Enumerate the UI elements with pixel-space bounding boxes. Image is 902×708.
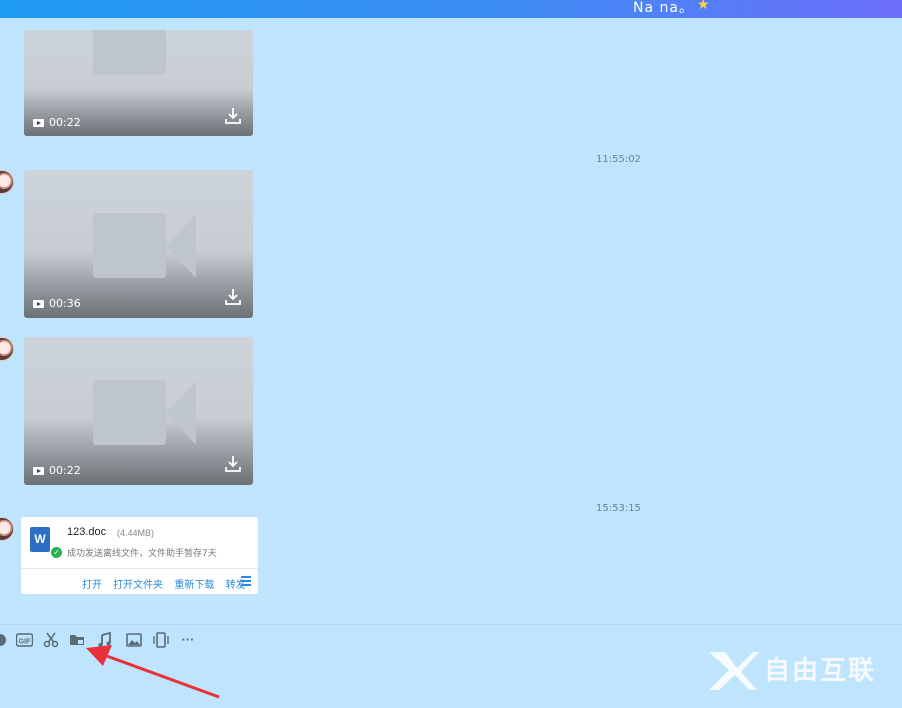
annotation-arrow xyxy=(86,645,220,699)
watermark-logo-icon xyxy=(709,652,759,690)
watermark-text: 自由互联 xyxy=(764,656,877,686)
